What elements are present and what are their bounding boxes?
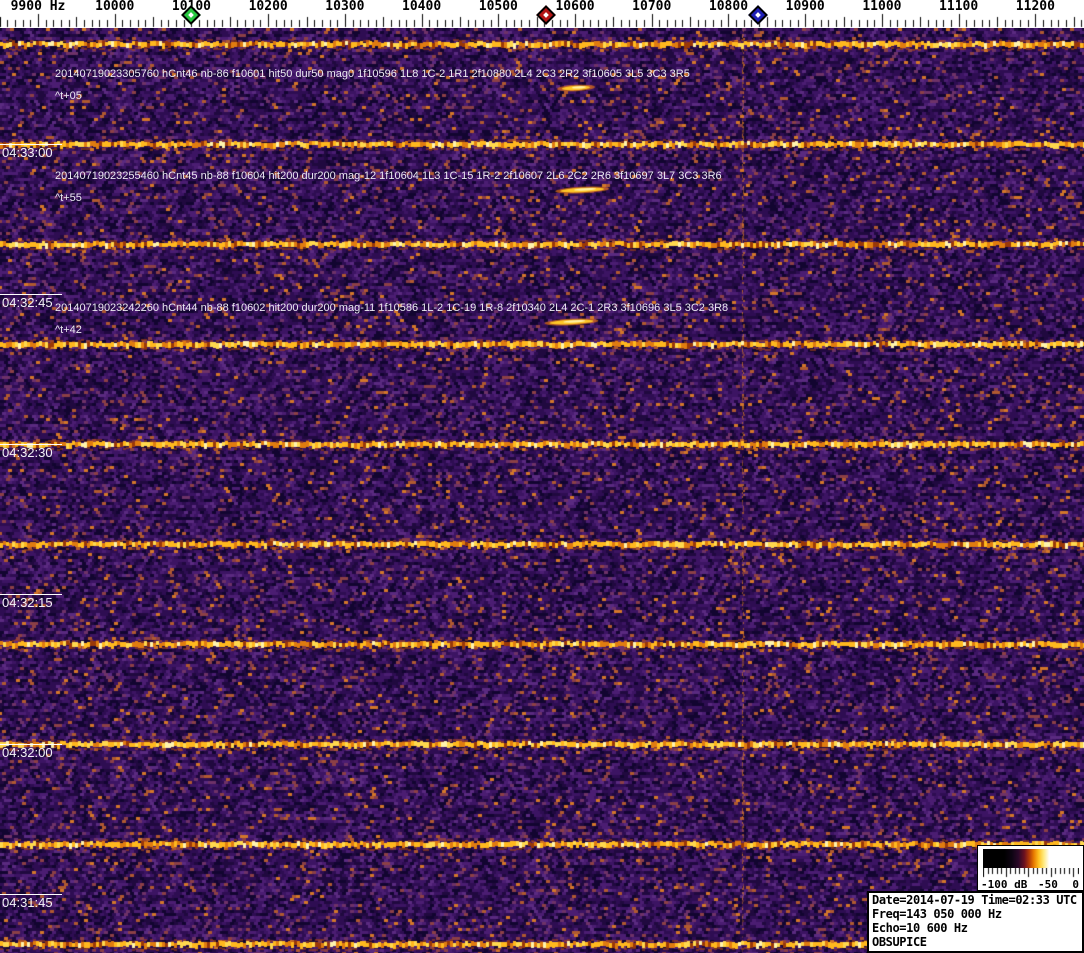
time-tick-label: 04:32:45 bbox=[2, 295, 53, 310]
time-tick-label: 04:32:00 bbox=[2, 745, 53, 760]
spectrogram-canvas bbox=[0, 28, 1084, 953]
info-box: Date=2014-07-19 Time=02:33 UTC Freq=143 … bbox=[867, 891, 1084, 953]
frequency-ruler: 9900 Hz100001010010200103001040010500106… bbox=[0, 0, 1084, 28]
freq-tick-label: 10500 bbox=[478, 0, 518, 14]
freq-tick-label: 11000 bbox=[862, 0, 902, 14]
freq-tick-label: 9900 Hz bbox=[10, 0, 66, 14]
freq-tick-label: 10700 bbox=[632, 0, 672, 14]
colorbar-gradient bbox=[983, 849, 1079, 868]
freq-tick-label: 10900 bbox=[785, 0, 825, 14]
marker-center-pip bbox=[188, 12, 195, 18]
event-time-offset-text: ^t+05 bbox=[55, 90, 82, 102]
time-tick-label: 04:32:15 bbox=[2, 595, 53, 610]
event-time-offset-text: ^t+55 bbox=[55, 192, 82, 204]
marker-center-pip bbox=[543, 12, 549, 18]
freq-tick-label: 10600 bbox=[555, 0, 595, 14]
marker-center-pip bbox=[755, 12, 762, 18]
info-echo: Echo=10 600 Hz bbox=[872, 921, 968, 935]
event-time-offset-text: ^t+42 bbox=[55, 324, 82, 336]
info-station: OBSUPICE bbox=[872, 935, 927, 949]
time-tick-label: 04:33:00 bbox=[2, 145, 53, 160]
freq-tick-label: 11200 bbox=[1015, 0, 1055, 14]
event-detection-text: 20140719023305760 hCnt46 nb-86 f10601 hi… bbox=[55, 68, 690, 80]
freq-tick-label: 10000 bbox=[95, 0, 135, 14]
colorbar: -100 dB -50 0 bbox=[977, 845, 1084, 891]
event-detection-text: 20140719023242260 hCnt44 nb-88 f10602 hi… bbox=[55, 302, 729, 314]
freq-tick-label: 10200 bbox=[248, 0, 288, 14]
freq-tick-label: 11100 bbox=[939, 0, 979, 14]
event-detection-text: 20140719023255460 hCnt45 nb-88 f10604 hi… bbox=[55, 170, 722, 182]
colorbar-labels: -100 dB -50 0 bbox=[981, 878, 1081, 891]
colorbar-label-mid: -50 bbox=[1038, 878, 1058, 891]
freq-tick-label: 10800 bbox=[708, 0, 749, 14]
colorbar-label-min: -100 dB bbox=[981, 878, 1028, 891]
time-tick-label: 04:32:30 bbox=[2, 445, 53, 460]
freq-tick-label: 10300 bbox=[325, 0, 365, 14]
time-tick-label: 04:31:45 bbox=[2, 895, 53, 910]
info-frequency: Freq=143 050 000 Hz bbox=[872, 907, 1002, 921]
info-date-time: Date=2014-07-19 Time=02:33 UTC bbox=[872, 893, 1077, 907]
meteor-waterfall-screen: 9900 Hz100001010010200103001040010500106… bbox=[0, 0, 1084, 953]
freq-tick-label: 10400 bbox=[402, 0, 442, 14]
colorbar-label-max: 0 bbox=[1072, 878, 1079, 891]
